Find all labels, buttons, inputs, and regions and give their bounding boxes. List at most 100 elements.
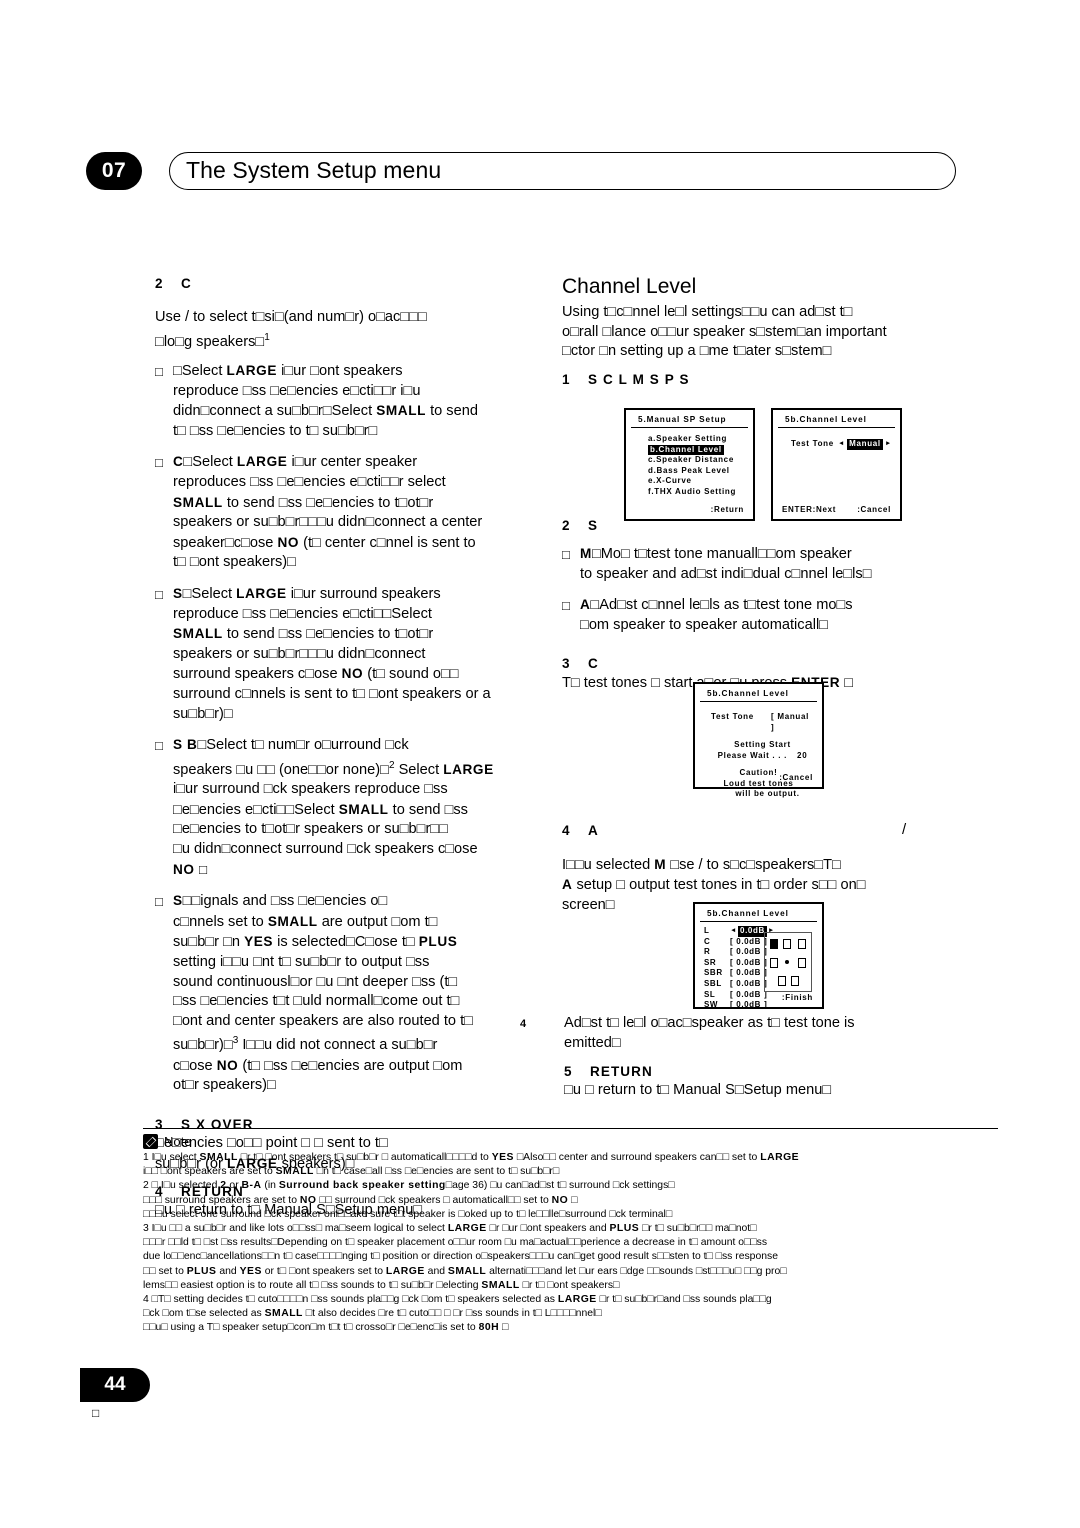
note-term: SMALL — [447, 1265, 487, 1277]
osd-return-hint[interactable]: :Return — [711, 505, 744, 514]
right-step-4-manual-term: M — [654, 856, 667, 872]
osd-menu-item-thx-audio-setting[interactable]: f.THX Audio Setting — [648, 487, 745, 498]
right-step-3-heading: 3C — [562, 655, 960, 673]
osd-cancel-hint[interactable]: :Cancel — [857, 505, 891, 514]
chapter-number-badge: 07 — [86, 152, 142, 190]
note-text: and — [216, 1265, 240, 1277]
bullet-sw-no-term: NO — [216, 1057, 239, 1073]
note-text: □n t□ case□all □ss □e□encies are sent to… — [313, 1166, 560, 1178]
note-text: 4 □T□ setting decides t□ cuto□□□□n □ss s… — [143, 1294, 558, 1306]
bullet-sw-label: S — [173, 893, 183, 909]
speaker-icon-surround-back-right — [791, 976, 799, 986]
bullet-center-line3b: to send □ss □e□encies to t□ot□r — [222, 494, 434, 511]
bullet-sb-line2b: Select — [394, 761, 444, 778]
notes-lines: 1 I□u select SMALL □r t□ □ont speakers t… — [143, 1151, 998, 1336]
left-step-2-intro: Use / to select t□si□(and num□r) o□ac□□□… — [155, 308, 555, 352]
osd-channel-level-values-title: 5b.Channel Level — [700, 904, 817, 922]
notes-header: Note — [143, 1134, 998, 1149]
note-line: 1 I□u select SMALL □r t□ □ont speakers t… — [143, 1151, 998, 1165]
note-term: PLUS — [186, 1265, 217, 1277]
right-adjust-body: Ad□st t□ le□l o□ac□speaker as t□ test to… — [564, 1014, 970, 1053]
bullet-marker-center: □ — [155, 455, 163, 471]
speaker-icon-surround-back-left — [778, 976, 786, 986]
bullet-front-line3a: didn□connect a su□b□r□Select — [173, 403, 377, 420]
bullet-auto-testtone: □ A□Ad□st c□nnel le□ls as t□test tone mo… — [562, 595, 960, 635]
right-arrow-icon[interactable]: ► — [885, 439, 892, 450]
note-text: □ck □om t□se selected as — [143, 1308, 265, 1320]
bullet-center-line4: speakers or su□b□r□□□u didn□connect a ce… — [173, 514, 483, 531]
osd-channel-level-testtone[interactable]: 5b.Channel Level Test Tone ◄ Manual ► EN… — [771, 408, 902, 521]
note-line: □□□u select one surround □ck speaker onl… — [143, 1208, 998, 1222]
bullet-sb-line4a: □e□encies e□cti□□Select — [173, 801, 339, 818]
right-step-4-heading: 4 A / — [562, 821, 960, 840]
bullet-surround-small-term: SMALL — [173, 626, 223, 642]
bullet-sb-line3: i□ur surround □ck speakers reproduce □ss — [173, 781, 448, 798]
osd-test-tone-value: Manual — [847, 439, 883, 450]
bullet-manual-testtone: □ M□Mo□ t□test tone manuall□□om speaker … — [562, 544, 960, 584]
bullet-surround-line7: su□b□r)□ — [173, 705, 233, 722]
osd-menu-item-x-curve[interactable]: e.X-Curve — [648, 476, 745, 487]
osd-wait-test-tone-row: Test Tone [ Manual ] — [711, 712, 814, 733]
note-line: □ck □om t□se selected as SMALL □t also d… — [143, 1307, 998, 1321]
speaker-icon-center — [783, 939, 791, 949]
bullet-center-no-term: NO — [277, 534, 300, 550]
osd-channel-level-values[interactable]: 5b.Channel Level L ◄ 0.0dB ► C [ 0.0dB ]… — [693, 902, 824, 1009]
left-step-2-intro-sup: 1 — [264, 331, 270, 343]
osd-enter-next-hint[interactable]: ENTER:Next — [782, 505, 836, 514]
left-step-2-heading: 2C — [155, 275, 555, 293]
bullet-sb-line1: □Select t□ num□r o□urround □ck — [197, 737, 409, 754]
note-text: □□□ surround speakers are set to — [143, 1194, 300, 1206]
bullet-front-large-term: LARGE — [226, 363, 278, 379]
bullet-marker-subwoofer: □ — [155, 894, 163, 910]
right-step-1-heading: 1 S C L M S P S — [562, 371, 960, 389]
note-term: SMALL — [199, 1152, 238, 1163]
note-term: LARGE — [760, 1152, 800, 1163]
osd-test-tone-row[interactable]: Test Tone ◄ Manual ► — [791, 439, 892, 450]
right-adjust-step-number: 4 — [520, 1018, 527, 1030]
right-step-4-line2b: setup □ output test tones in t□ order s□… — [572, 877, 866, 894]
osd-setting-start-block: Setting Start Please Wait . . . 20 — [703, 740, 814, 761]
note-text: □age 36) □u can□ad□st t□ surround □ck se… — [445, 1180, 675, 1192]
osd-menu-item-speaker-distance[interactable]: c.Speaker Distance — [648, 455, 745, 466]
osd-channel-level-wait-title: 5b.Channel Level — [700, 684, 817, 702]
left-arrow-icon[interactable]: ◄ — [838, 439, 845, 450]
osd-channel-name-sr: SR — [704, 957, 717, 967]
bullet-sw-line7: □ont and center speakers are also routed… — [173, 1012, 473, 1029]
right-step-3-number: 3 — [562, 656, 571, 672]
osd-manual-sp-setup-footer: :Return — [626, 505, 753, 514]
note-term: YES — [491, 1152, 514, 1163]
bullet-sw-line5: sound continuousl□or □u □nt deeper □ss (… — [173, 973, 458, 990]
osd-manual-sp-setup[interactable]: 5.Manual SP Setup a.Speaker Setting b.Ch… — [624, 408, 755, 521]
osd-menu-item-bass-peak-level[interactable]: d.Bass Peak Level — [648, 466, 745, 477]
osd-channel-level-testtone-footer: ENTER:Next :Cancel — [773, 505, 900, 514]
note-term: Surround back speaker setting — [278, 1180, 446, 1192]
bullet-center-line6: t□ □ont speakers)□ — [173, 554, 296, 571]
bullet-sw-line1: □□ignals and □ss □e□encies o□ — [182, 893, 388, 910]
speaker-icon-right — [798, 939, 806, 949]
osd-menu-item-channel-level[interactable]: b.Channel Level — [648, 444, 745, 455]
bullet-marker-auto: □ — [562, 598, 570, 614]
osd-channel-level-wait-footer: :Cancel — [695, 773, 822, 782]
left-step-2-intro-line1: Use / to select t□si□(and num□r) o□ac□□□ — [155, 309, 427, 325]
note-term: NO — [299, 1194, 317, 1206]
note-text: □□ surround □ck speakers □ automaticall□… — [316, 1194, 552, 1206]
bullet-center-line5a: speaker□c□ose — [173, 534, 278, 551]
note-term: NO — [551, 1194, 569, 1206]
note-line: due lo□□enc□ancellations□□n t□ case□□□□n… — [143, 1250, 998, 1264]
osd-menu-item-speaker-setting[interactable]: a.Speaker Setting — [648, 434, 745, 445]
osd-finish-hint[interactable]: :Finish — [782, 993, 813, 1002]
osd-wait-counter: 20 — [797, 750, 808, 760]
bullet-sw-line9a: c□ose — [173, 1057, 217, 1074]
right-step-4-line1c: □se / to s□c□speakers□T□ — [666, 856, 841, 873]
speaker-icon-surround-right — [798, 958, 806, 968]
osd-channel-level-wait[interactable]: 5b.Channel Level Test Tone [ Manual ] Se… — [693, 682, 824, 798]
left-arrow-icon[interactable]: ◄ — [730, 926, 737, 937]
note-term: LARGE — [557, 1294, 597, 1306]
osd-manual-sp-setup-menu: a.Speaker Setting b.Channel Level c.Spea… — [640, 428, 753, 497]
note-line: 3 I□u □□ a su□b□r and like lots o□□ss□ m… — [143, 1222, 998, 1236]
bullet-front-line2: reproduce □ss □e□encies e□cti□□r i□u — [173, 382, 421, 399]
osd-wait-cancel-hint[interactable]: :Cancel — [779, 773, 813, 782]
right-adjust-line2: emitted□ — [564, 1034, 621, 1051]
left-step-2-number: 2 — [155, 276, 164, 291]
right-step-1-number: 1 — [562, 371, 571, 387]
